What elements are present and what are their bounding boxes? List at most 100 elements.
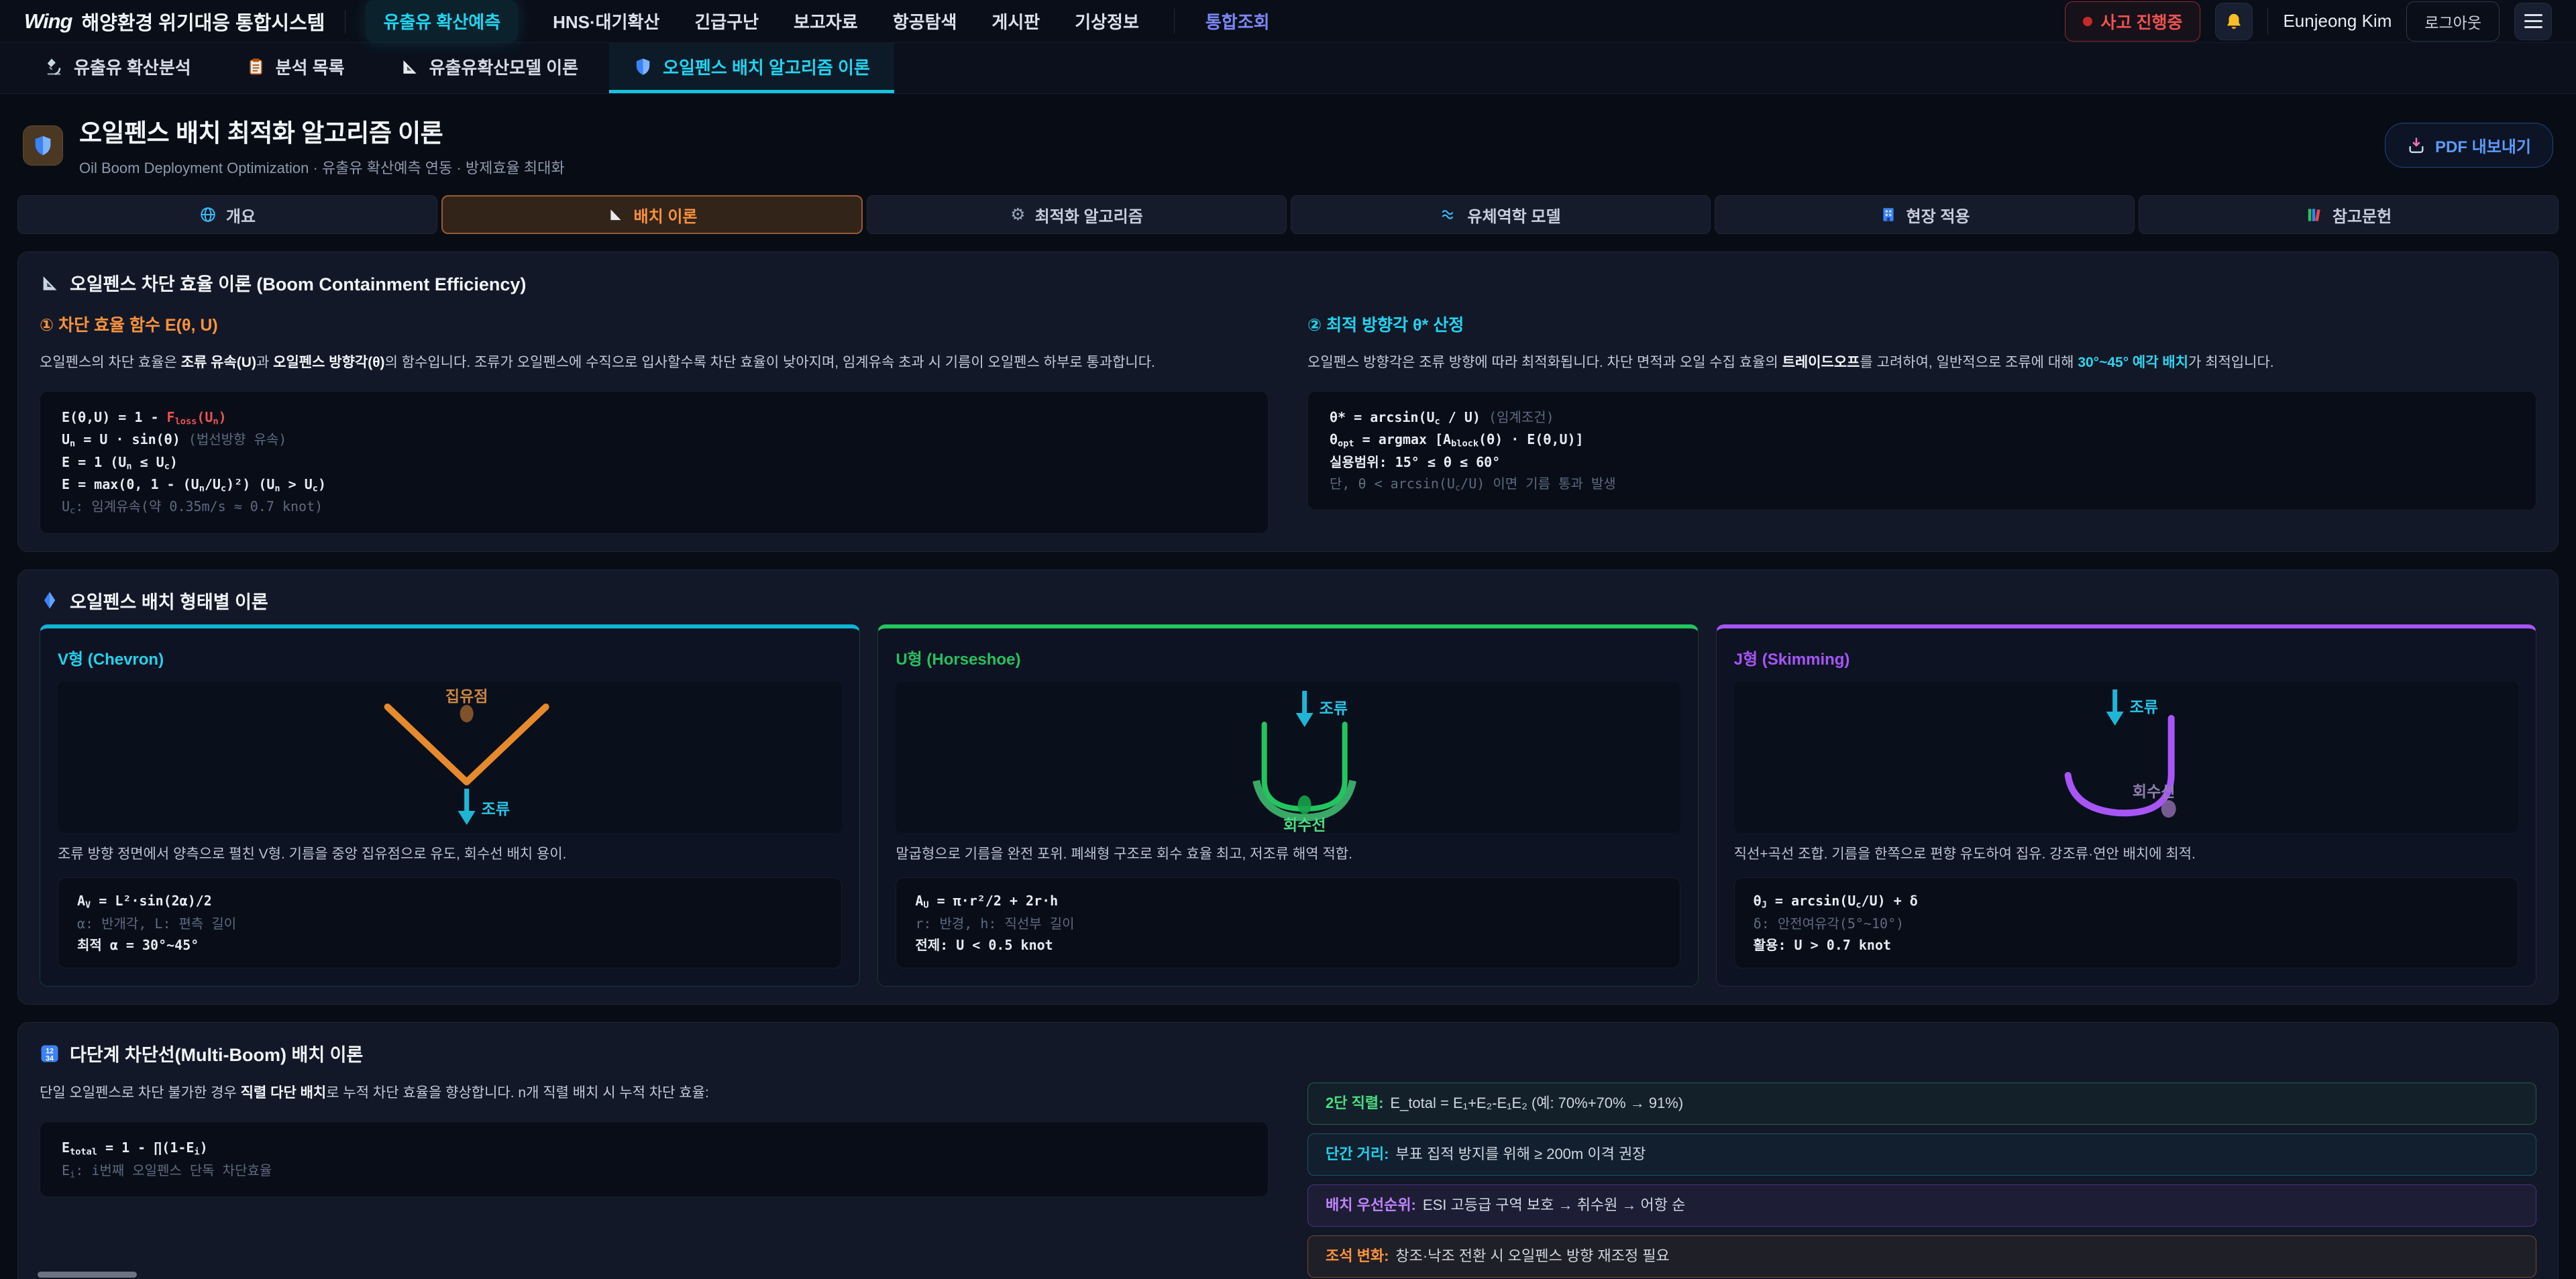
multi-boom-left-column: 단일 오일펜스로 차단 불가한 경우 직렬 다단 배치로 누적 차단 효율을 향…: [40, 1066, 1269, 1277]
formula-line: 최적 α = 30°~45°: [77, 934, 822, 956]
tab-overview[interactable]: 개요: [17, 195, 437, 234]
tab-references[interactable]: 참고문헌: [2139, 195, 2559, 234]
section-title-text: 오일펜스 배치 형태별 이론: [70, 588, 268, 614]
tab-analysis-list[interactable]: 분석 목록: [222, 43, 369, 93]
optimal-angle-paragraph: 오일펜스 방향각은 조류 방향에 따라 최적화됩니다. 차단 면적과 오일 수집…: [1307, 351, 2536, 375]
bell-icon: [2224, 11, 2244, 32]
tab-label: 분석 목록: [276, 54, 345, 79]
horizontal-scrollbar-thumb[interactable]: [38, 1272, 137, 1278]
tab-label: 유출유확산모델 이론: [429, 54, 579, 79]
top-navigation-bar: Wing 해양환경 위기대응 통합시스템 유출유 확산예측 HNS·대기확산 긴…: [0, 0, 2576, 43]
formula-line: Etotal = 1 - ∏(1-Ei): [62, 1137, 1246, 1159]
section-tabs: 개요 배치 이론 ⚙ 최적화 알고리즘 유체역학 모델 현장 적용: [17, 195, 2559, 234]
skimming-description: 직선+곡선 조합. 기름을 한쪽으로 편향 유도하여 집유. 강조류·연안 배치…: [1734, 844, 2518, 866]
diamond-icon: [40, 590, 60, 610]
tab-label: 현장 적용: [1907, 203, 1970, 227]
recovery-label: 회수선: [2133, 783, 2175, 800]
section-containment-efficiency: 오일펜스 차단 효율 이론 (Boom Containment Efficien…: [17, 252, 2559, 552]
multi-boom-formula-block: Etotal = 1 - ∏(1-Ei) Ei: i번째 오일펜스 단독 차단효…: [40, 1121, 1269, 1197]
efficiency-left-column: ① 차단 효율 함수 E(θ, U) 오일펜스의 차단 효율은 조류 유속(U)…: [40, 296, 1269, 534]
formula-line: AU = π·r²/2 + 2r·h: [915, 890, 1660, 912]
nav-item-oil-spill-prediction[interactable]: 유출유 확산예측: [366, 0, 518, 42]
svg-text:34: 34: [46, 1055, 54, 1063]
set-square-icon: [400, 57, 419, 76]
efficiency-columns: ① 차단 효율 함수 E(θ, U) 오일펜스의 차단 효율은 조류 유속(U)…: [40, 296, 2536, 534]
app-logo[interactable]: Wing 해양환경 위기대응 통합시스템: [24, 7, 325, 36]
tab-label: 최적화 알고리즘: [1035, 203, 1143, 227]
section-title: 오일펜스 차단 효율 이론 (Boom Containment Efficien…: [40, 270, 2536, 296]
set-square-icon: [40, 273, 60, 293]
formula-line: 실용범위: 15° ≤ θ ≤ 60°: [1330, 451, 2514, 473]
main-content: 오일펜스 배치 최적화 알고리즘 이론 Oil Boom Deployment …: [0, 94, 2576, 1279]
formula-line: 전제: U < 0.5 knot: [915, 934, 1660, 956]
download-icon: [2407, 136, 2426, 155]
nav-item-board[interactable]: 게시판: [991, 9, 1040, 34]
menu-button[interactable]: [2514, 3, 2552, 40]
chevron-title: V형 (Chevron): [58, 646, 842, 669]
incident-status-label: 사고 진행중: [2101, 9, 2183, 34]
export-pdf-button[interactable]: PDF 내보내기: [2385, 123, 2553, 168]
note-text: E_total = E₁+E₂-E₁E₂ (예: 70%+70% → 91%): [1390, 1095, 1683, 1111]
tab-label: 배치 이론: [634, 203, 698, 227]
section-multi-boom: 12 34 다단계 차단선(Multi-Boom) 배치 이론 단일 오일펜스로…: [17, 1022, 2559, 1279]
note-label: 단간 거리:: [1326, 1146, 1389, 1162]
formula-line: δ: 안전여유각(5°~10°): [1754, 913, 2499, 934]
nav-item-weather[interactable]: 기상정보: [1075, 9, 1139, 34]
note-spacing: 단간 거리:부표 집적 방지를 위해 ≥ 200m 이격 권장: [1307, 1133, 2536, 1176]
efficiency-function-heading: ① 차단 효율 함수 E(θ, U): [40, 312, 1269, 336]
tab-field-application[interactable]: 현장 적용: [1715, 195, 2135, 234]
multi-boom-columns: 단일 오일펜스로 차단 불가한 경우 직렬 다단 배치로 누적 차단 효율을 향…: [40, 1066, 2536, 1277]
skimming-title: J형 (Skimming): [1734, 646, 2518, 669]
export-pdf-label: PDF 내보내기: [2435, 133, 2531, 157]
note-text: ESI 고등급 구역 보호 → 취수원 → 어항 순: [1423, 1197, 1685, 1213]
efficiency-function-paragraph: 오일펜스의 차단 효율은 조류 유속(U)과 오일펜스 방향각(θ)의 함수입니…: [40, 351, 1269, 375]
efficiency-formula-block: E(θ,U) = 1 - Floss(Un) Un = U · sin(θ) (…: [40, 391, 1269, 534]
collection-point-dot: [460, 705, 474, 722]
nav-item-hns-atmospheric[interactable]: HNS·대기확산: [553, 9, 659, 34]
clipboard-icon: [246, 57, 266, 76]
app-title: 해양환경 위기대응 통합시스템: [81, 7, 325, 36]
skimming-diagram: 조류 회수선: [1734, 681, 2518, 833]
section-title: 12 34 다단계 차단선(Multi-Boom) 배치 이론: [40, 1040, 2536, 1066]
horseshoe-description: 말굽형으로 기름을 완전 포위. 폐쇄형 구조로 회수 효율 최고, 저조류 해…: [896, 844, 1680, 866]
tab-spill-analysis[interactable]: 유출유 확산분석: [20, 43, 215, 93]
card-skimming: J형 (Skimming) 조류 회수선 직선+곡선 조합. 기름을 한쪽으로 …: [1716, 624, 2536, 987]
current-arrow-head: [2106, 712, 2123, 726]
formula-line: θJ = arcsin(Uc/U) + δ: [1754, 890, 2499, 912]
page-title-group: 오일펜스 배치 최적화 알고리즘 이론 Oil Boom Deployment …: [79, 113, 565, 178]
sub-tab-bar: 유출유 확산분석 분석 목록 유출유확산모델 이론 오일펜스 배치 알고리즘 이…: [0, 43, 2576, 94]
recovery-point-dot: [2161, 800, 2176, 818]
horseshoe-title: U형 (Horseshoe): [896, 646, 1680, 669]
incident-status-badge[interactable]: 사고 진행중: [2065, 1, 2201, 42]
card-chevron: V형 (Chevron) 집유점 조류 조류 방향 정면에서 양측으로 펼친 V…: [40, 624, 860, 987]
tab-optimization-algorithm[interactable]: ⚙ 최적화 알고리즘: [867, 195, 1287, 234]
nav-item-integrated-search[interactable]: 통합조회: [1174, 9, 1270, 34]
topbar-right: 사고 진행중 Eunjeong Kim 로그아웃: [2065, 1, 2552, 42]
nav-item-emergency-rescue[interactable]: 긴급구난: [694, 9, 759, 34]
notifications-button[interactable]: [2215, 3, 2253, 40]
tab-hydrodynamics-model[interactable]: 유체역학 모델: [1291, 195, 1711, 234]
divider: [2267, 8, 2268, 35]
tab-boom-algorithm-theory[interactable]: 오일펜스 배치 알고리즘 이론: [609, 43, 894, 93]
numbers-icon: 12 34: [40, 1044, 60, 1064]
formula-line: θ* = arcsin(Uc / U) (임계조건): [1330, 406, 2514, 429]
efficiency-right-column: ② 최적 방향각 θ* 산정 오일펜스 방향각은 조류 방향에 따라 최적화됩니…: [1307, 296, 2536, 534]
note-two-stage-series: 2단 직렬:E_total = E₁+E₂-E₁E₂ (예: 70%+70% →…: [1307, 1082, 2536, 1125]
tab-deployment-theory[interactable]: 배치 이론: [441, 195, 863, 234]
current-arrow-head: [458, 811, 476, 825]
formula-line: 단, θ < arcsin(Uc/U) 이면 기름 통과 발생: [1330, 473, 2514, 495]
recovery-point-dot: [1298, 795, 1311, 814]
tab-diffusion-model-theory[interactable]: 유출유확산모델 이론: [376, 43, 603, 93]
multi-boom-notes: 2단 직렬:E_total = E₁+E₂-E₁E₂ (예: 70%+70% →…: [1307, 1082, 2536, 1277]
logout-button[interactable]: 로그아웃: [2406, 1, 2500, 42]
microscope-icon: [44, 57, 64, 76]
collection-point-label: 집유점: [445, 687, 488, 705]
horseshoe-diagram: 조류 회수선: [896, 681, 1680, 833]
nav-item-aerial-search[interactable]: 항공탐색: [893, 9, 957, 34]
gear-icon: ⚙: [1010, 205, 1025, 225]
section-title-text: 오일펜스 차단 효율 이론 (Boom Containment Efficien…: [70, 270, 526, 296]
formula-line: E(θ,U) = 1 - Floss(Un): [62, 406, 1246, 429]
page-header: 오일펜스 배치 최적화 알고리즘 이론 Oil Boom Deployment …: [17, 94, 2559, 194]
tab-label: 개요: [226, 203, 256, 227]
nav-item-reports[interactable]: 보고자료: [794, 9, 858, 34]
